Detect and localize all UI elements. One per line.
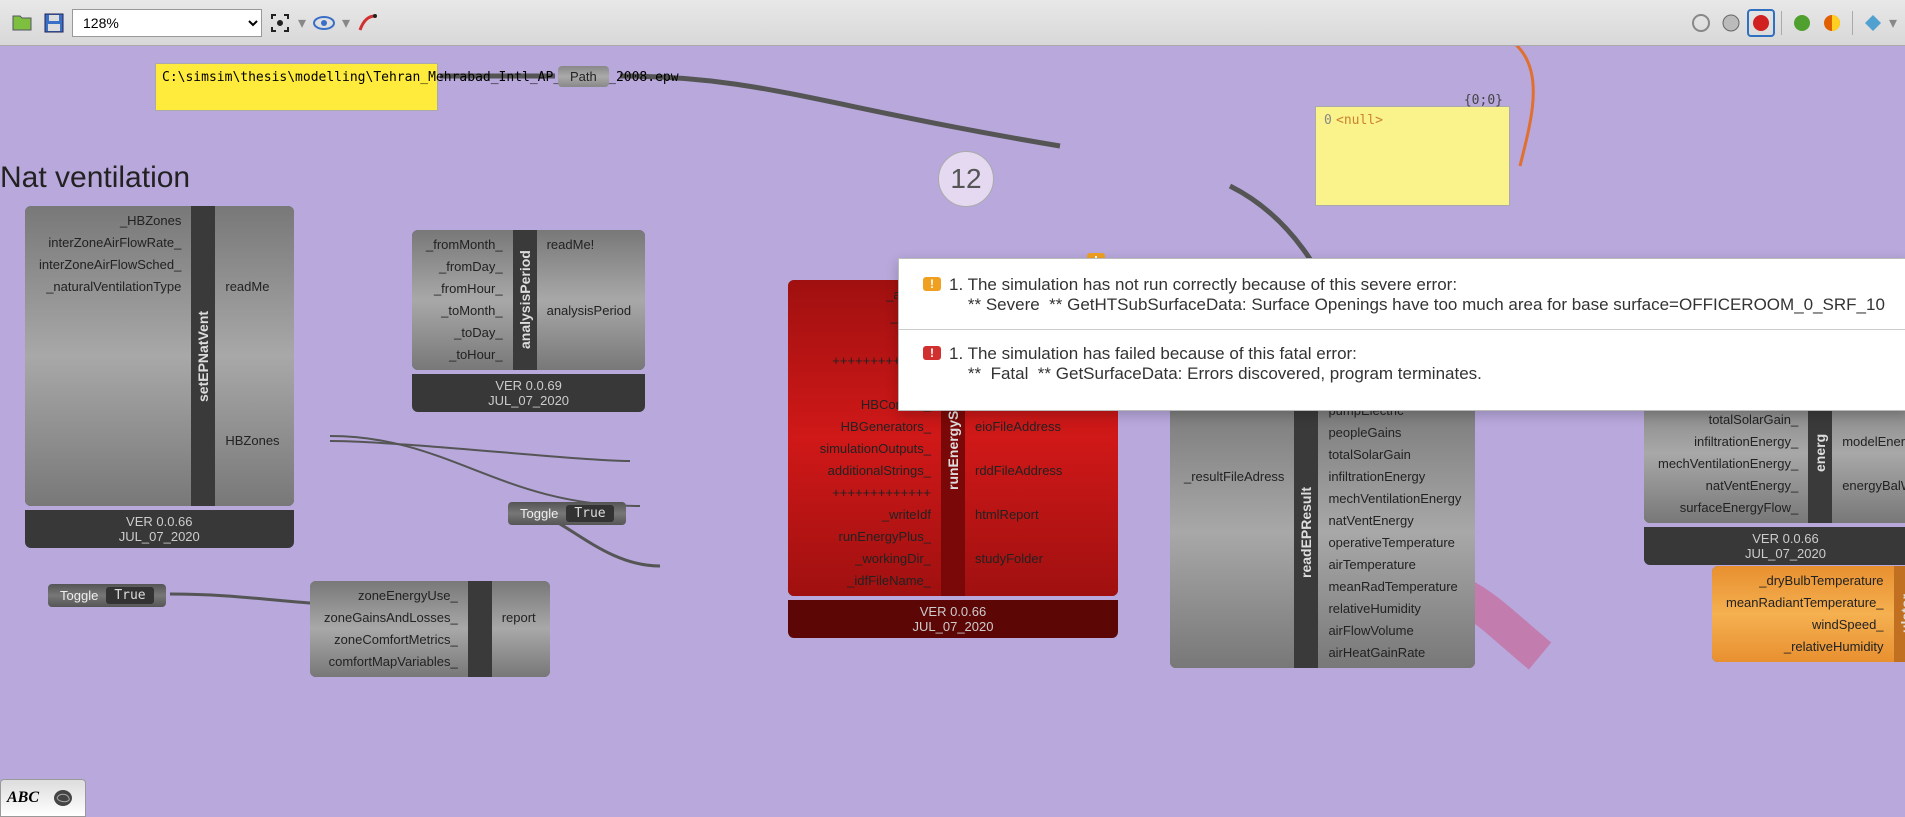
canvas[interactable]: Nat ventilation C:\simsim\thesis\modelli… <box>0 46 1905 817</box>
shade-2-button[interactable] <box>1717 9 1745 37</box>
balloon-warning-icon: ! <box>921 275 943 297</box>
toolbar: 128% ▾ ▾ ▾ <box>0 0 1905 46</box>
shade-wire-button[interactable] <box>1687 9 1715 37</box>
scribble-tool-button[interactable] <box>45 784 81 812</box>
component-setepnatvent[interactable]: _HBZones interZoneAirFlowRate_ interZone… <box>25 206 294 506</box>
sketch-button[interactable] <box>354 9 382 37</box>
text-tool-button[interactable]: ABC <box>5 784 41 812</box>
component-comfort-partial[interactable]: _dryBulbTemperature meanRadiantTemperatu… <box>1712 566 1905 662</box>
preview-button[interactable] <box>310 9 338 37</box>
open-file-button[interactable] <box>8 9 36 37</box>
error-tooltip: ! 1. The simulation has not run correctl… <box>898 258 1905 411</box>
balloon-error-icon: ! <box>921 344 943 366</box>
zoom-select[interactable]: 128% <box>72 9 262 37</box>
svg-text:!: ! <box>930 277 934 291</box>
zoom-extents-button[interactable] <box>266 9 294 37</box>
panel-output[interactable]: {0;0} 0 <null> <box>1315 106 1510 206</box>
group-badge: 12 <box>938 151 994 207</box>
page-title: Nat ventilation <box>0 161 190 195</box>
component-readepresult[interactable]: _resultFileAdress readEPResult pumpElect… <box>1170 396 1475 668</box>
component-zone-output[interactable]: zoneEnergyUse_ zoneGainsAndLosses_ zoneC… <box>310 581 550 677</box>
save-button[interactable] <box>40 9 68 37</box>
component-analysisperiod[interactable]: _fromMonth_ _fromDay_ _fromHour_ _toMont… <box>412 230 645 370</box>
canvas-corner-tools: ABC <box>0 779 86 817</box>
shade-red-button[interactable] <box>1747 9 1775 37</box>
svg-text:!: ! <box>930 346 934 360</box>
toggle-1[interactable]: ToggleTrue <box>508 502 626 525</box>
path-param[interactable]: Path <box>558 66 609 87</box>
panel-epw-path[interactable]: C:\simsim\thesis\modelling\Tehran_Mehrab… <box>155 63 438 111</box>
shade-green-button[interactable] <box>1788 9 1816 37</box>
toggle-2[interactable]: ToggleTrue <box>48 584 166 607</box>
shade-split-button[interactable] <box>1818 9 1846 37</box>
shade-blue-button[interactable] <box>1859 9 1887 37</box>
